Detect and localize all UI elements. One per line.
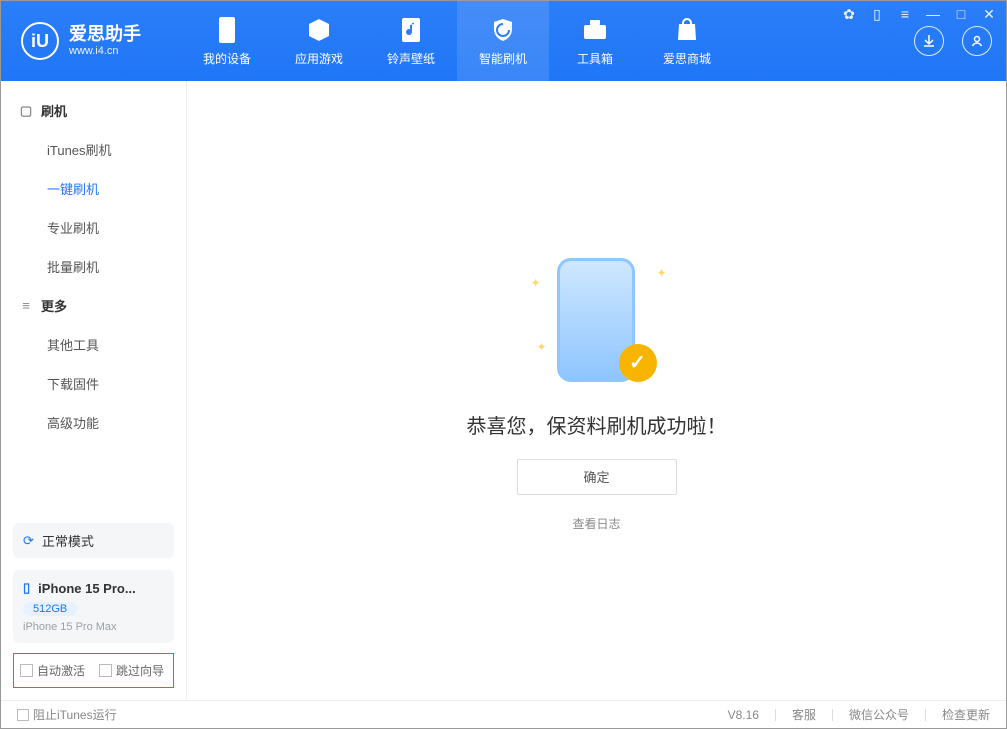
nav-label: 应用游戏 xyxy=(295,50,343,67)
app-logo: iU 爱思助手 www.i4.cn xyxy=(21,22,181,60)
nav-smart-flash[interactable]: 智能刷机 xyxy=(457,1,549,81)
checkbox-label: 跳过向导 xyxy=(116,662,164,679)
minimize-icon[interactable]: — xyxy=(924,5,942,23)
sidebar-item-download-firmware[interactable]: 下载固件 xyxy=(1,364,186,403)
phone-icon[interactable]: ▯ xyxy=(868,5,886,23)
body: ▢ 刷机 iTunes刷机 一键刷机 专业刷机 批量刷机 ≡ 更多 其他工具 下… xyxy=(1,81,1006,700)
checkbox-auto-activate[interactable]: 自动激活 xyxy=(20,662,85,679)
nav-label: 工具箱 xyxy=(577,50,613,67)
music-note-icon xyxy=(397,16,425,44)
sidebar-item-oneclick-flash[interactable]: 一键刷机 xyxy=(1,169,186,208)
sidebar-item-other-tools[interactable]: 其他工具 xyxy=(1,325,186,364)
nav-my-device[interactable]: 我的设备 xyxy=(181,1,273,81)
logo-mark-icon: iU xyxy=(21,22,59,60)
checkbox-icon xyxy=(20,664,33,677)
app-url: www.i4.cn xyxy=(69,45,141,57)
footer-link-support[interactable]: 客服 xyxy=(792,706,816,723)
device-mode[interactable]: ⟳ 正常模式 xyxy=(13,523,174,558)
checkbox-icon xyxy=(99,664,112,677)
nav-store[interactable]: 爱思商城 xyxy=(641,1,733,81)
cube-icon xyxy=(305,16,333,44)
gift-icon[interactable]: ✿ xyxy=(840,5,858,23)
sidebar: ▢ 刷机 iTunes刷机 一键刷机 专业刷机 批量刷机 ≡ 更多 其他工具 下… xyxy=(1,81,187,700)
footer-right: V8.16 客服 微信公众号 检查更新 xyxy=(728,706,990,723)
sidebar-item-pro-flash[interactable]: 专业刷机 xyxy=(1,208,186,247)
nav-label: 我的设备 xyxy=(203,50,251,67)
refresh-icon: ⟳ xyxy=(23,533,34,549)
success-title: 恭喜您，保资料刷机成功啦！ xyxy=(467,410,727,439)
nav-toolbox[interactable]: 工具箱 xyxy=(549,1,641,81)
phone-small-icon: ▯ xyxy=(23,580,30,596)
sidebar-item-advanced[interactable]: 高级功能 xyxy=(1,403,186,442)
more-icon: ≡ xyxy=(19,299,33,313)
nav-apps-games[interactable]: 应用游戏 xyxy=(273,1,365,81)
nav-ringtones-wallpapers[interactable]: 铃声壁纸 xyxy=(365,1,457,81)
top-nav: 我的设备 应用游戏 铃声壁纸 智能刷机 工具箱 爱思商城 xyxy=(181,1,733,81)
checkbox-skip-guide[interactable]: 跳过向导 xyxy=(99,662,164,679)
sparkle-icon: ✦ xyxy=(537,340,547,354)
device-icon xyxy=(213,16,241,44)
version-label: V8.16 xyxy=(728,708,759,722)
sidebar-group-flash: ▢ 刷机 xyxy=(1,91,186,130)
mode-label: 正常模式 xyxy=(42,531,94,550)
header-actions xyxy=(914,26,992,56)
activation-options: 自动激活 跳过向导 xyxy=(13,653,174,688)
check-badge-icon: ✓ xyxy=(619,344,657,382)
toolbox-icon xyxy=(581,16,609,44)
storage-badge: 512GB xyxy=(23,602,77,616)
user-button[interactable] xyxy=(962,26,992,56)
sidebar-group-more: ≡ 更多 xyxy=(1,286,186,325)
nav-label: 爱思商城 xyxy=(663,50,711,67)
maximize-icon[interactable]: □ xyxy=(952,5,970,23)
footer-link-update[interactable]: 检查更新 xyxy=(942,706,990,723)
download-button[interactable] xyxy=(914,26,944,56)
sparkle-icon: ✦ xyxy=(531,276,541,290)
group-label: 更多 xyxy=(41,296,67,315)
nav-label: 智能刷机 xyxy=(479,50,527,67)
app-window: ✿ ▯ ≡ — □ ✕ iU 爱思助手 www.i4.cn 我的设备 应用游戏 xyxy=(0,0,1007,729)
device-panel[interactable]: ▯ iPhone 15 Pro... 512GB iPhone 15 Pro M… xyxy=(13,570,174,643)
checkbox-prevent-itunes[interactable]: 阻止iTunes运行 xyxy=(17,706,117,723)
success-illustration: ✦ ✦ ✦ ✓ xyxy=(527,250,667,390)
confirm-button[interactable]: 确定 xyxy=(517,459,677,495)
checkbox-label: 阻止iTunes运行 xyxy=(33,706,117,723)
main-content: ✦ ✦ ✦ ✓ 恭喜您，保资料刷机成功啦！ 确定 查看日志 xyxy=(187,81,1006,700)
checkbox-label: 自动激活 xyxy=(37,662,85,679)
app-title: 爱思助手 xyxy=(69,25,141,45)
sidebar-item-itunes-flash[interactable]: iTunes刷机 xyxy=(1,130,186,169)
group-label: 刷机 xyxy=(41,101,67,120)
device-model-label: iPhone 15 Pro Max xyxy=(23,621,164,633)
shopping-bag-icon xyxy=(673,16,701,44)
shield-sync-icon xyxy=(489,16,517,44)
view-log-link[interactable]: 查看日志 xyxy=(572,515,620,532)
window-controls: ✿ ▯ ≡ — □ ✕ xyxy=(840,5,998,23)
close-icon[interactable]: ✕ xyxy=(980,5,998,23)
footer-link-wechat[interactable]: 微信公众号 xyxy=(849,706,909,723)
device-name-label: iPhone 15 Pro... xyxy=(38,581,136,596)
checkbox-icon xyxy=(17,709,29,721)
sparkle-icon: ✦ xyxy=(656,266,666,280)
menu-icon[interactable]: ≡ xyxy=(896,5,914,23)
tablet-icon: ▢ xyxy=(19,104,33,118)
footer: 阻止iTunes运行 V8.16 客服 微信公众号 检查更新 xyxy=(1,700,1006,728)
nav-label: 铃声壁纸 xyxy=(387,50,435,67)
sidebar-item-batch-flash[interactable]: 批量刷机 xyxy=(1,247,186,286)
